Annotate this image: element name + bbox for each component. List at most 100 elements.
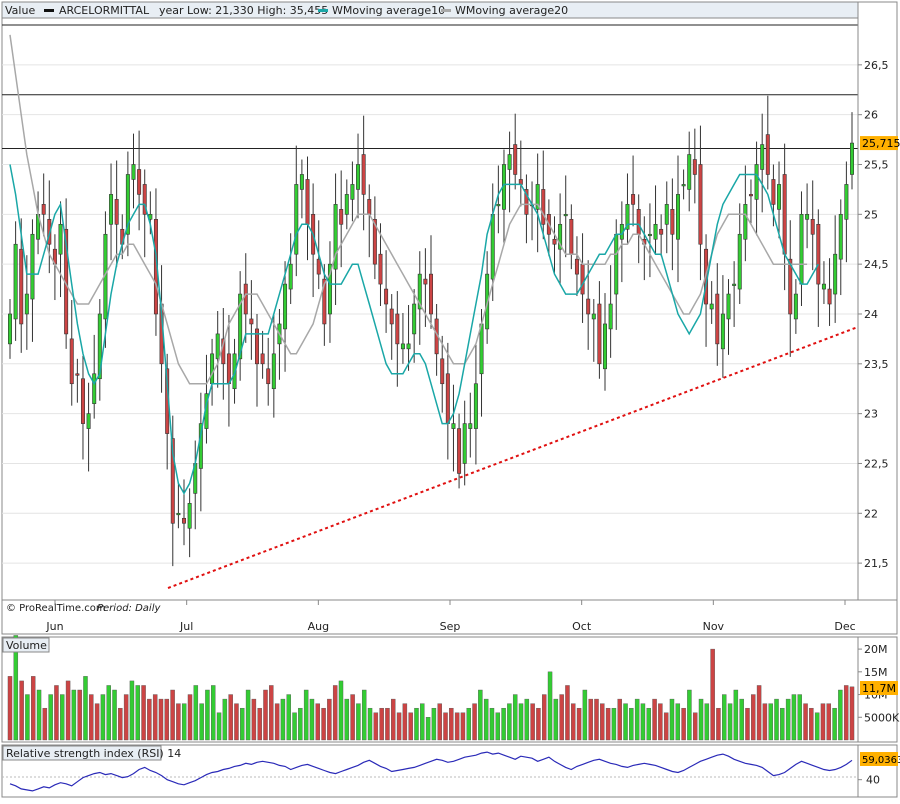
candle-body: [496, 204, 501, 207]
volume-bar: [71, 689, 77, 741]
candle-body: [131, 164, 136, 180]
price-tick-label: 23,5: [864, 358, 889, 371]
volume-bar: [617, 698, 622, 741]
month-tick-label: Jul: [179, 620, 193, 633]
volume-bar: [298, 707, 303, 741]
month-tick-label: Sep: [440, 620, 461, 633]
volume-bar: [826, 703, 832, 741]
candle-body: [810, 219, 815, 235]
candle-body: [816, 223, 821, 285]
ma20-label: WMoving average20: [455, 4, 568, 17]
volume-bar: [77, 689, 82, 741]
ma10-label: WMoving average10: [332, 4, 445, 17]
volume-bar: [547, 671, 553, 741]
rsi-title: Relative strength index (RSI) 14: [6, 747, 181, 760]
volume-bar: [460, 712, 466, 741]
volume-bar: [385, 707, 390, 741]
candle-body: [737, 233, 742, 290]
price-tick-label: 21,5: [864, 557, 889, 570]
candle-body: [389, 308, 394, 325]
volume-bar: [205, 689, 210, 741]
candle-body: [8, 313, 12, 345]
candle-body: [384, 288, 389, 305]
candle-body: [687, 154, 692, 190]
candle-body: [799, 214, 804, 285]
last-price-tag: 25,715: [860, 136, 900, 151]
volume-bar: [327, 698, 332, 741]
candle-body: [653, 223, 658, 240]
candle-body: [294, 184, 299, 255]
volume-bar: [257, 707, 262, 741]
price-tick-label: 22: [864, 507, 878, 520]
instrument-swatch: [44, 9, 54, 12]
volume-bar: [704, 703, 710, 741]
volume-bar: [303, 689, 309, 741]
candle-body: [114, 199, 119, 225]
candle-body: [692, 159, 697, 175]
volume-bar: [391, 698, 396, 741]
candle-body: [215, 333, 220, 360]
candle-body: [462, 423, 467, 464]
candle-body: [187, 503, 192, 529]
candle-body: [507, 154, 512, 170]
volume-bar: [582, 689, 588, 741]
candle-body: [350, 184, 355, 200]
volume-bar: [408, 712, 413, 741]
instrument-name: ARCELORMITTAL: [59, 4, 150, 17]
volume-bar: [420, 703, 425, 741]
volume-bar: [791, 694, 797, 741]
candle-body: [13, 243, 18, 320]
price-tick-label: 23: [864, 408, 878, 421]
volume-bar: [571, 703, 576, 741]
candle-body: [356, 164, 361, 190]
volume-bar: [449, 707, 454, 741]
volume-tick-label: 15M: [864, 666, 888, 679]
volume-bar: [663, 712, 669, 741]
volume-bar: [768, 703, 773, 741]
volume-bar: [222, 698, 228, 741]
volume-bar: [54, 685, 59, 741]
volume-bar: [832, 707, 837, 741]
candle-body: [793, 293, 798, 320]
candle-body: [754, 164, 759, 200]
volume-bar: [228, 694, 233, 741]
candle-body: [451, 423, 456, 429]
volume-bar: [135, 685, 140, 741]
volume-bar: [733, 689, 739, 741]
candle-body: [563, 214, 568, 217]
candle-body: [423, 278, 428, 285]
candle-body: [210, 353, 215, 385]
volume-bar: [634, 698, 640, 741]
candle-body: [288, 263, 293, 290]
candle-body: [58, 223, 63, 255]
candle-body: [305, 179, 310, 225]
volume-bar: [843, 685, 849, 741]
volume-bar: [472, 703, 477, 741]
volume-bar: [19, 680, 24, 741]
candle-body: [603, 323, 607, 370]
volume-bar: [356, 703, 361, 741]
volume-bar: [199, 703, 204, 741]
volume-bar: [437, 703, 442, 741]
candle-body: [614, 233, 619, 295]
watermark: © ProRealTime.com: [6, 603, 106, 614]
price-tick-label: 26,5: [864, 59, 889, 72]
candle-body: [580, 263, 585, 295]
volume-tick-label: 5000K: [864, 711, 900, 724]
volume-bar: [588, 698, 593, 741]
volume-bar: [100, 694, 106, 741]
volume-bar: [780, 707, 785, 741]
volume-bar: [216, 712, 222, 741]
candle-body: [361, 154, 366, 195]
candle-body: [271, 353, 276, 390]
year-range: year Low: 21,330 High: 35,455: [159, 4, 328, 17]
volume-bar: [756, 685, 762, 741]
volume-bar: [739, 698, 744, 741]
volume-bar: [646, 707, 651, 741]
candle-body: [748, 194, 753, 197]
volume-bar: [797, 694, 802, 741]
candle-body: [844, 184, 849, 220]
volume-bar: [501, 707, 506, 741]
ma10-swatch: [318, 9, 328, 12]
volume-bar: [373, 712, 379, 741]
